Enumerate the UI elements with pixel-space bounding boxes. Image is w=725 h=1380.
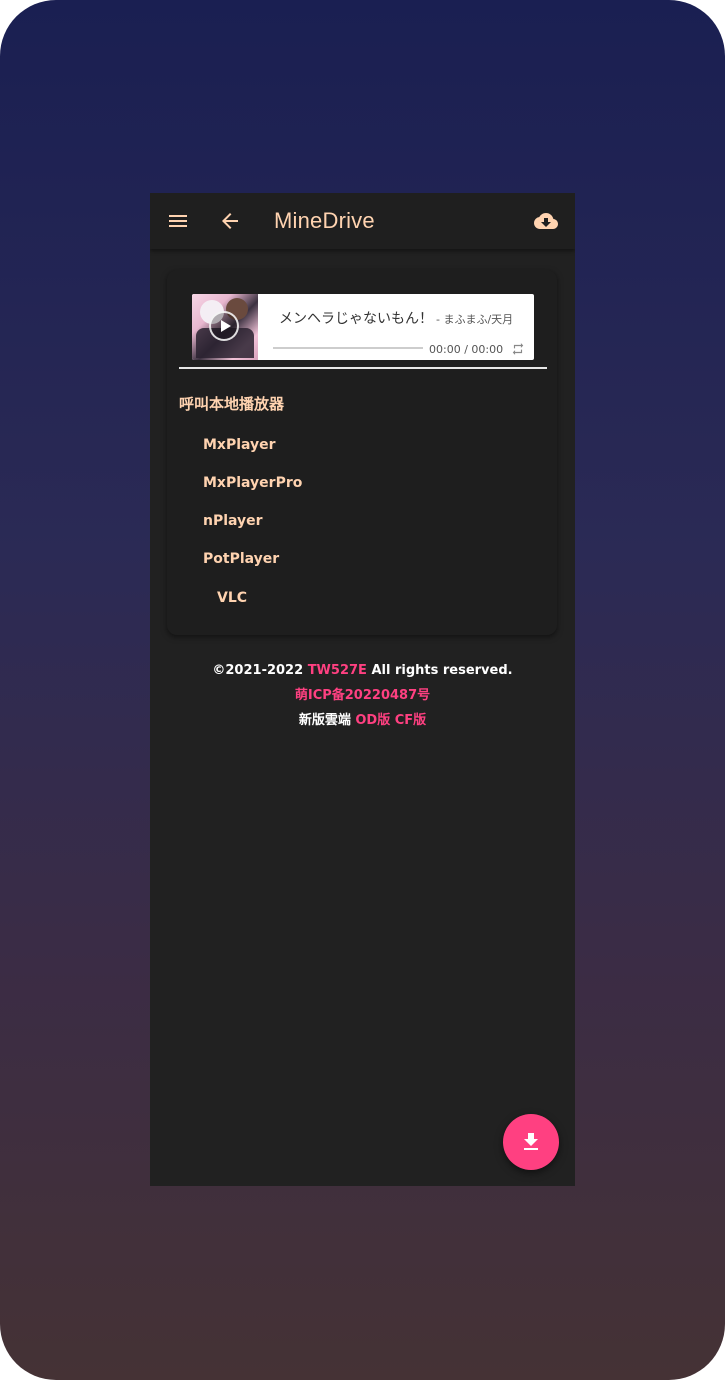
link-nplayer[interactable]: nPlayer: [203, 513, 263, 529]
footer: ©2021-2022 TW527E All rights reserved. 萌…: [150, 658, 575, 733]
copyright-line: ©2021-2022 TW527E All rights reserved.: [150, 658, 575, 683]
divider: [179, 367, 547, 369]
arrow-left-icon[interactable]: [218, 209, 242, 233]
media-card: メンヘラじゃないもん！ - まふまふ/天月 00:00 / 00:00 呼叫本地播…: [167, 270, 557, 635]
copyright-suffix: All rights reserved.: [371, 663, 513, 678]
author-link[interactable]: TW527E: [308, 663, 367, 678]
loop-icon[interactable]: [511, 342, 525, 356]
icp-link[interactable]: 萌ICP备20220487号: [295, 688, 430, 703]
cf-version-link[interactable]: CF版: [395, 713, 426, 728]
progress-bar[interactable]: [273, 347, 423, 349]
time-display: 00:00 / 00:00: [429, 343, 504, 356]
app-screen: MineDrive メンヘラじゃないもん！ - まふまふ/天月 00:00 / 0…: [150, 193, 575, 1186]
play-icon[interactable]: [209, 311, 239, 341]
song-artist: - まふまふ/天月: [436, 313, 514, 326]
version-line: 新版雲端 OD版 CF版: [150, 708, 575, 733]
link-mxplayer[interactable]: MxPlayer: [203, 437, 276, 453]
device-frame: MineDrive メンヘラじゃないもん！ - まふまふ/天月 00:00 / 0…: [0, 0, 725, 1380]
menu-icon[interactable]: [166, 209, 190, 233]
copyright-years: ©2021-2022: [212, 663, 304, 678]
audio-player: メンヘラじゃないもん！ - まふまふ/天月 00:00 / 00:00: [192, 294, 534, 360]
new-version-label: 新版雲端: [298, 713, 351, 728]
cloud-download-icon[interactable]: [534, 209, 558, 233]
icp-line: 萌ICP备20220487号: [150, 683, 575, 708]
link-potplayer[interactable]: PotPlayer: [203, 551, 279, 567]
download-fab[interactable]: [503, 1114, 559, 1170]
local-player-heading: 呼叫本地播放器: [179, 395, 285, 413]
link-vlc[interactable]: VLC: [217, 590, 247, 606]
album-cover: [192, 294, 258, 360]
download-icon: [524, 1133, 538, 1150]
app-bar: MineDrive: [150, 193, 575, 249]
od-version-link[interactable]: OD版: [355, 713, 390, 728]
app-title: MineDrive: [274, 208, 375, 233]
song-name: メンヘラじゃないもん！: [279, 311, 433, 327]
link-mxplayerpro[interactable]: MxPlayerPro: [203, 475, 302, 491]
song-title: メンヘラじゃないもん！ - まふまふ/天月: [279, 308, 513, 328]
